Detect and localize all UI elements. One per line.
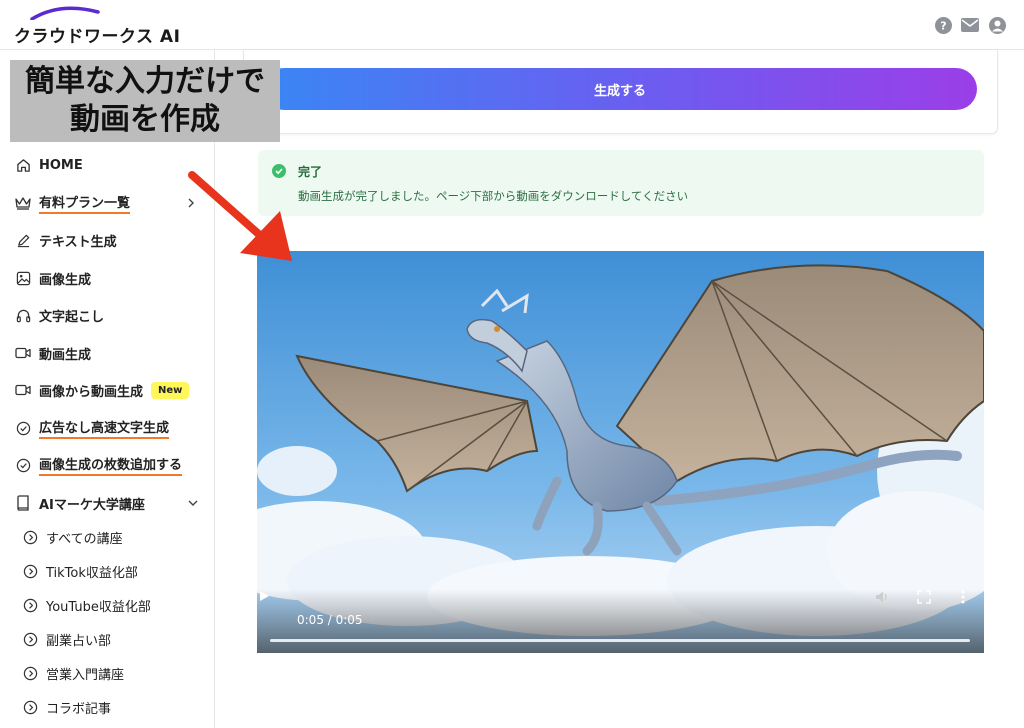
sidebar-item-label: 画像生成の枚数追加する — [39, 454, 183, 476]
sidebar-item-ai-course[interactable]: AIマーケ大学講座 — [14, 491, 204, 515]
success-alert: 完了 動画生成が完了しました。ページ下部から動画をダウンロードしてください — [258, 150, 984, 216]
fullscreen-icon[interactable] — [916, 589, 932, 605]
sidebar-item-adfree[interactable]: 広告なし高速文字生成 — [14, 416, 170, 440]
logo-arc-icon — [30, 6, 100, 20]
course-item-collab[interactable]: コラボ記事 — [22, 696, 111, 718]
user-icon[interactable] — [988, 16, 1006, 34]
course-item-sales[interactable]: 営業入門講座 — [22, 662, 124, 684]
logo-text: クラウドワークス AI — [14, 27, 181, 47]
course-item-label: 副業占い部 — [46, 633, 112, 649]
headphones-icon — [14, 306, 32, 324]
sidebar-item-transcription[interactable]: 文字起こし — [14, 303, 104, 327]
caption-line-1: 簡単な入力だけで — [25, 64, 265, 99]
alert-message: 動画生成が完了しました。ページ下部から動画をダウンロードしてください — [298, 189, 689, 203]
logo[interactable]: クラウドワークス AI — [12, 6, 180, 47]
course-item-all[interactable]: すべての講座 — [22, 526, 123, 548]
sidebar-item-label: 動画生成 — [39, 347, 92, 363]
chevron-circle-icon — [22, 563, 38, 579]
sidebar-item-home[interactable]: HOME — [14, 153, 83, 177]
chevron-circle-icon — [22, 665, 38, 681]
sidebar-item-label: 広告なし高速文字生成 — [39, 417, 170, 439]
sidebar-item-label: テキスト生成 — [39, 234, 117, 250]
chevron-circle-icon — [22, 529, 38, 545]
annotation-arrow-icon — [188, 171, 292, 261]
sidebar-item-label: 文字起こし — [39, 309, 105, 325]
course-item-fortune[interactable]: 副業占い部 — [22, 628, 111, 650]
course-item-label: TikTok収益化部 — [46, 565, 138, 581]
more-options-icon[interactable] — [955, 589, 971, 605]
book-icon — [14, 494, 32, 512]
sidebar-item-image-gen[interactable]: 画像生成 — [14, 266, 91, 290]
caption-overlay: 簡単な入力だけで 動画を作成 — [10, 60, 280, 142]
course-item-label: すべての講座 — [46, 531, 123, 547]
sidebar-item-add-images[interactable]: 画像生成の枚数追加する — [14, 453, 183, 477]
new-badge: New — [151, 381, 190, 399]
course-item-tiktok[interactable]: TikTok収益化部 — [22, 560, 138, 582]
sidebar-item-video-gen[interactable]: 動画生成 — [14, 341, 91, 365]
sidebar-item-label: 画像から動画生成 — [39, 384, 144, 400]
sidebar-item-plans[interactable]: 有料プラン一覧 — [14, 191, 204, 215]
app-header: クラウドワークス AI ? — [0, 0, 1024, 50]
alert-title: 完了 — [298, 165, 323, 179]
image-icon — [14, 269, 32, 287]
video-icon — [14, 344, 32, 362]
check-circle-icon — [14, 456, 32, 474]
course-item-label: コラボ記事 — [46, 701, 112, 717]
sidebar-item-label: 画像生成 — [39, 272, 92, 288]
mail-icon[interactable] — [961, 16, 979, 34]
sidebar-item-label: 有料プラン一覧 — [39, 192, 131, 214]
check-circle-icon — [14, 419, 32, 437]
course-item-youtube[interactable]: YouTube収益化部 — [22, 594, 151, 616]
video-icon — [14, 381, 32, 399]
chevron-circle-icon — [22, 699, 38, 715]
video-controls: 0:05 / 0:05 — [257, 589, 984, 653]
svg-text:?: ? — [940, 19, 946, 32]
volume-icon[interactable] — [874, 589, 890, 605]
video-time: 0:05 / 0:05 — [297, 613, 363, 627]
chevron-circle-icon — [22, 631, 38, 647]
chevron-down-icon — [188, 500, 198, 506]
sidebar-item-label: AIマーケ大学講座 — [39, 497, 145, 513]
caption-line-2: 動画を作成 — [70, 102, 220, 137]
sidebar-item-label: HOME — [39, 157, 83, 173]
generate-button[interactable]: 生成する — [263, 68, 977, 110]
course-item-label: YouTube収益化部 — [46, 599, 151, 615]
video-player[interactable]: 0:05 / 0:05 — [257, 251, 984, 653]
crown-icon — [14, 194, 32, 212]
sidebar-item-text-gen[interactable]: テキスト生成 — [14, 228, 117, 252]
play-icon[interactable] — [257, 589, 271, 603]
video-progress-bar[interactable] — [270, 639, 970, 642]
sidebar-item-image-to-video[interactable]: 画像から動画生成 New — [14, 378, 190, 402]
help-icon[interactable]: ? — [934, 16, 952, 34]
pen-icon — [14, 231, 32, 249]
home-icon — [14, 156, 32, 174]
chevron-circle-icon — [22, 597, 38, 613]
course-item-label: 営業入門講座 — [46, 667, 125, 683]
